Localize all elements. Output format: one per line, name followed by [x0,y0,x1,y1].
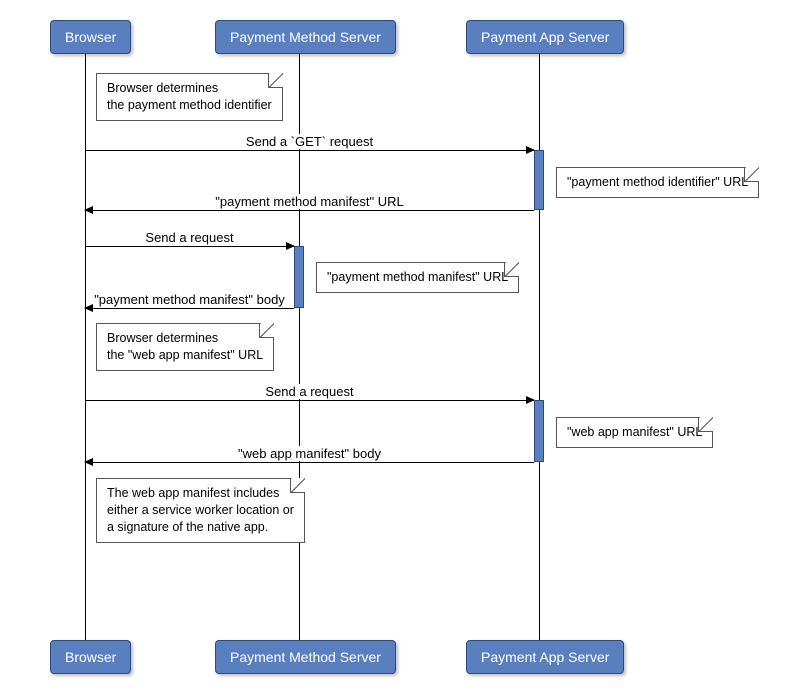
msg-label: "web app manifest" body [236,446,383,461]
msg-pm-manifest-body: "payment method manifest" body [85,308,294,309]
note-wam-includes: The web app manifest includes either a s… [96,478,305,543]
note-text-line: "payment method identifier" URL [567,175,748,189]
participant-label: Payment Method Server [230,649,381,665]
msg-send-request-pms: Send a request [85,246,294,247]
participant-label: Payment Method Server [230,29,381,45]
participant-pas-bottom: Payment App Server [466,640,624,674]
note-text-line: "payment method manifest" URL [327,270,508,284]
note-text-line: "web app manifest" URL [567,425,702,439]
note-text-line: either a service worker location or [107,503,294,517]
participant-pms-top: Payment Method Server [215,20,396,54]
participant-label: Payment App Server [481,29,609,45]
note-text-line: The web app manifest includes [107,486,279,500]
msg-label: "payment method manifest" URL [213,194,405,209]
note-text-line: the payment method identifier [107,98,272,112]
participant-label: Payment App Server [481,649,609,665]
participant-browser-bottom: Browser [50,640,131,674]
msg-label: "payment method manifest" body [92,292,287,307]
msg-label: Send a request [263,384,355,399]
participant-pms-bottom: Payment Method Server [215,640,396,674]
msg-send-request-pas2: Send a request [85,400,534,401]
note-text-line: Browser determines [107,331,218,345]
lifeline-browser [85,50,86,640]
note-text-line: Browser determines [107,81,218,95]
note-text-line: the "web app manifest" URL [107,348,263,362]
activation-pas-1 [534,150,544,210]
msg-send-get: Send a `GET` request [85,150,534,151]
msg-label: Send a request [143,230,235,245]
msg-label: Send a `GET` request [244,134,375,149]
activation-pms-1 [294,246,304,308]
participant-label: Browser [65,29,116,45]
msg-pm-manifest-url-return: "payment method manifest" URL [85,210,534,211]
note-browser-determines-wam: Browser determines the "web app manifest… [96,323,274,371]
msg-wam-body: "web app manifest" body [85,462,534,463]
activation-pas-2 [534,400,544,462]
note-pm-manifest-url: "payment method manifest" URL [316,262,519,293]
note-browser-determines-identifier: Browser determines the payment method id… [96,73,283,121]
participant-label: Browser [65,649,116,665]
lifeline-pas [539,50,540,640]
note-pm-identifier-url: "payment method identifier" URL [556,167,759,198]
participant-browser-top: Browser [50,20,131,54]
participant-pas-top: Payment App Server [466,20,624,54]
note-wam-url: "web app manifest" URL [556,417,713,448]
note-text-line: a signature of the native app. [107,520,268,534]
